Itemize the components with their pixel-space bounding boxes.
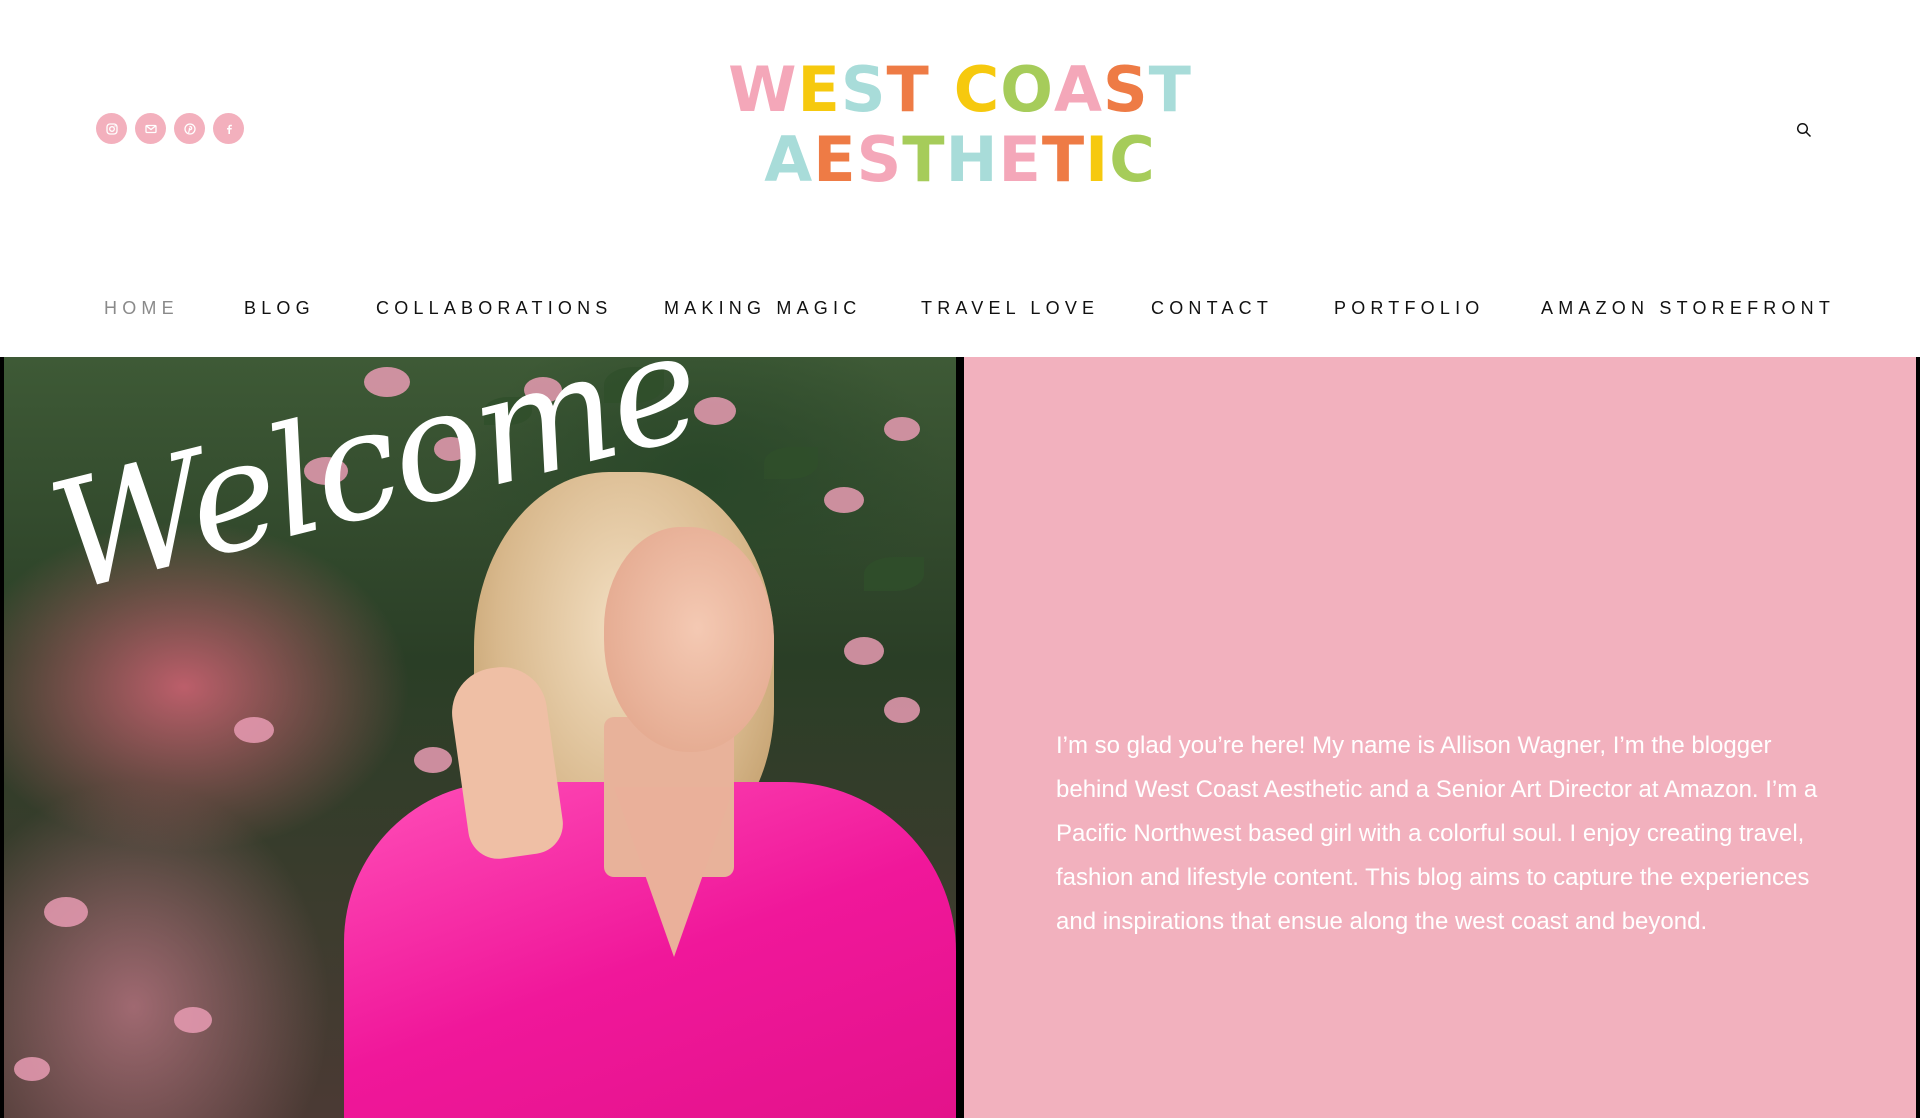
hero-photo: Welcome <box>4 357 956 1118</box>
nav-collaborations[interactable]: COLLABORATIONS <box>376 290 613 326</box>
search-icon <box>1796 122 1812 138</box>
logo-line-2: AESTHETIC <box>764 123 1156 196</box>
email-link[interactable] <box>135 113 166 144</box>
intro-text: I’m so glad you’re here! My name is Alli… <box>1056 732 1818 935</box>
nav-making-magic[interactable]: MAKING MAGIC <box>664 290 861 326</box>
instagram-link[interactable] <box>96 113 127 144</box>
nav-portfolio[interactable]: PORTFOLIO <box>1334 290 1485 326</box>
nav-blog[interactable]: BLOG <box>244 290 315 326</box>
nav-contact[interactable]: CONTACT <box>1151 290 1273 326</box>
intro-panel: I’m so glad you’re here! My name is Alli… <box>964 357 1916 1118</box>
pinterest-link[interactable] <box>174 113 205 144</box>
hero-section: Welcome I’m so glad you’re here! My name… <box>0 357 1920 1118</box>
facebook-icon <box>226 124 232 134</box>
main-navigation: HOME BLOG COLLABORATIONS MAKING MAGIC TR… <box>0 290 1920 326</box>
site-logo[interactable]: WEST COAST AESTHETIC <box>700 55 1220 205</box>
logo-line-1: WEST COAST <box>728 53 1192 126</box>
portrait-face <box>604 527 774 752</box>
nav-amazon-storefront[interactable]: AMAZON STOREFRONT <box>1541 290 1835 326</box>
search-button[interactable] <box>1792 118 1816 142</box>
nav-travel-love[interactable]: TRAVEL LOVE <box>921 290 1099 326</box>
nav-home[interactable]: HOME <box>104 290 179 326</box>
social-links <box>96 113 244 144</box>
facebook-link[interactable] <box>213 113 244 144</box>
instagram-icon <box>105 122 118 135</box>
pinterest-icon <box>183 122 196 135</box>
mail-icon <box>144 124 157 133</box>
